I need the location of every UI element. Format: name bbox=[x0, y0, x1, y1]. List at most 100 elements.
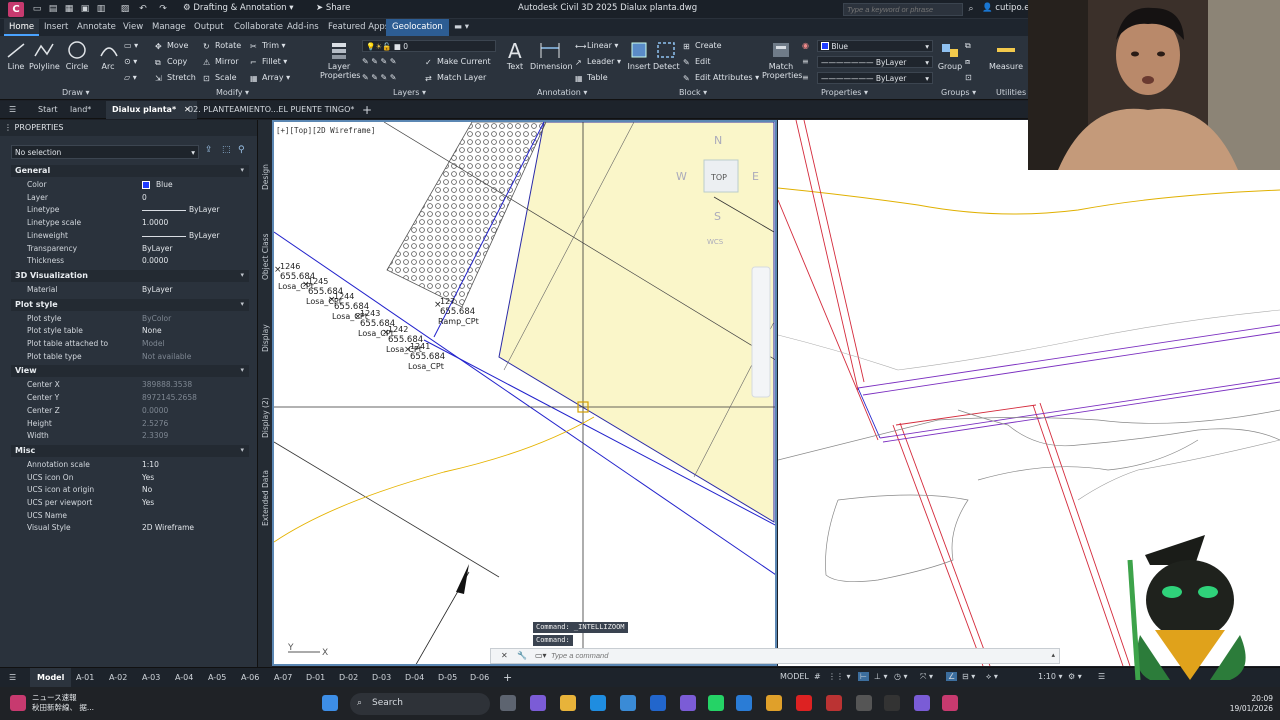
teams-icon[interactable] bbox=[680, 695, 696, 711]
taskbar-search[interactable]: ⌕ Search bbox=[350, 693, 490, 715]
group-tool-2[interactable]: ⧈ bbox=[965, 57, 970, 67]
settings-icon[interactable] bbox=[856, 695, 872, 711]
wrench-icon[interactable]: 🔧 bbox=[517, 651, 527, 660]
property-row[interactable]: Linetype scale 1.0000 bbox=[11, 217, 249, 229]
copilot-icon[interactable] bbox=[530, 695, 546, 711]
edit-block-button[interactable]: ✎ Edit bbox=[683, 57, 711, 67]
make-current-button[interactable]: ✓ Make Current bbox=[425, 57, 491, 67]
draw-extra-icon-3[interactable]: ▱ ▾ bbox=[124, 73, 137, 82]
property-row[interactable]: Center Z 0.0000 bbox=[11, 405, 249, 417]
annotation-visibility-icon[interactable]: ⟡ ▾ bbox=[986, 672, 998, 682]
property-section-header[interactable]: Misc ▾ bbox=[11, 444, 249, 457]
menu-icon[interactable]: ☰ bbox=[9, 105, 16, 114]
doc-tab-land[interactable]: land* bbox=[70, 105, 91, 114]
civil3d-taskbar-icon[interactable] bbox=[942, 695, 958, 711]
customization-icon[interactable]: ☰ bbox=[1098, 672, 1105, 681]
table-button[interactable]: ▦ Table bbox=[575, 73, 608, 83]
property-section-header[interactable]: Plot style ▾ bbox=[11, 298, 249, 311]
layout-tab[interactable]: A-05 bbox=[208, 673, 226, 682]
layer-properties-button[interactable]: Layer Properties bbox=[320, 40, 360, 80]
new-icon[interactable]: ▭ bbox=[32, 4, 42, 14]
layer-tools-row1[interactable]: ✎ ✎ ✎ ✎ bbox=[362, 57, 396, 66]
tab-geolocation[interactable]: Geolocation bbox=[386, 19, 449, 36]
property-row[interactable]: Material ByLayer bbox=[11, 284, 249, 296]
command-input[interactable] bbox=[551, 651, 991, 660]
start-icon[interactable] bbox=[322, 695, 338, 711]
app-icon[interactable]: C bbox=[8, 2, 24, 17]
dimension-button[interactable]: Dimension bbox=[530, 40, 573, 71]
vscode-icon[interactable] bbox=[736, 695, 752, 711]
property-row[interactable]: Plot table type Not available bbox=[11, 351, 249, 363]
layers-panel-label[interactable]: Layers ▾ bbox=[393, 88, 426, 97]
draw-extra-icon-2[interactable]: ⊙ ▾ bbox=[124, 57, 137, 66]
layout-tab[interactable]: D-03 bbox=[372, 673, 391, 682]
linear-button[interactable]: ⟷Linear ▾ bbox=[575, 41, 618, 51]
polar-icon[interactable]: ⊥ ▾ bbox=[874, 672, 888, 681]
property-row[interactable]: UCS icon at origin No bbox=[11, 484, 249, 496]
property-row[interactable]: UCS icon On Yes bbox=[11, 472, 249, 484]
new-tab-icon[interactable]: + bbox=[362, 103, 372, 117]
select-objects-icon[interactable]: ⬚ bbox=[222, 145, 234, 157]
side-tab-display[interactable]: Display bbox=[261, 324, 270, 352]
quick-select-icon[interactable]: ⚲ bbox=[238, 145, 250, 157]
snap-icon[interactable]: ⋮⋮ ▾ bbox=[828, 672, 851, 681]
groups-panel-label[interactable]: Groups ▾ bbox=[941, 88, 976, 97]
lineweight-toggle-icon[interactable]: ⊟ ▾ bbox=[962, 672, 975, 681]
side-tab-design[interactable]: Design bbox=[261, 164, 270, 190]
drawing-viewport-left[interactable]: N W E S TOP WCS Y X × 127 655.684 Ramp_CPt ×… bbox=[272, 120, 777, 666]
property-row[interactable]: Height 2.5276 bbox=[11, 418, 249, 430]
otrack-icon[interactable]: ∠ bbox=[946, 672, 958, 681]
rotate-button[interactable]: ↻ Rotate bbox=[203, 41, 241, 51]
group-tool-1[interactable]: ⧉ bbox=[965, 41, 971, 51]
block-panel-label[interactable]: Block ▾ bbox=[679, 88, 707, 97]
property-section-header[interactable]: View ▾ bbox=[11, 365, 249, 378]
tab-annotate[interactable]: Annotate bbox=[77, 22, 116, 32]
line-button[interactable]: Line bbox=[5, 40, 27, 71]
tab-output[interactable]: Output bbox=[194, 22, 224, 32]
insert-button[interactable]: Insert bbox=[627, 40, 651, 71]
share-button[interactable]: ➤ Share bbox=[316, 3, 350, 13]
property-row[interactable]: Lineweight ByLayer bbox=[11, 230, 249, 242]
drawing-canvas-left[interactable]: N W E S TOP WCS Y X ×127655.684Ramp_CPt×… bbox=[274, 122, 777, 666]
file-explorer-icon[interactable] bbox=[560, 695, 576, 711]
open-icon[interactable]: ▤ bbox=[48, 4, 58, 14]
property-row[interactable]: Width 2.3309 bbox=[11, 430, 249, 442]
property-row[interactable]: UCS per viewport Yes bbox=[11, 497, 249, 509]
side-tab-extended-data[interactable]: Extended Data bbox=[261, 470, 270, 526]
side-tab-object-class[interactable]: Object Class bbox=[261, 233, 270, 280]
close-icon[interactable]: ✕ bbox=[501, 651, 508, 660]
tab-insert[interactable]: Insert bbox=[44, 22, 68, 32]
leader-button[interactable]: ↗ Leader ▾ bbox=[575, 57, 621, 67]
workspace-selector[interactable]: ⚙ Drafting & Annotation ▾ bbox=[183, 3, 294, 13]
draw-extra-icon-1[interactable]: ▭ ▾ bbox=[124, 41, 138, 50]
tab-add-ins[interactable]: Add-ins bbox=[287, 22, 319, 32]
netflix-icon[interactable] bbox=[796, 695, 812, 711]
layout-tab[interactable]: D-05 bbox=[438, 673, 457, 682]
match-layer-button[interactable]: ⇄ Match Layer bbox=[425, 73, 486, 83]
property-row[interactable]: Visual Style 2D Wireframe bbox=[11, 522, 249, 534]
copy-button[interactable]: ⧉ Copy bbox=[155, 57, 187, 67]
circle-button[interactable]: Circle bbox=[65, 40, 89, 71]
task-view-icon[interactable] bbox=[500, 695, 516, 711]
linetype-dropdown[interactable]: ——————— ByLayer ▾ bbox=[817, 56, 933, 68]
property-row[interactable]: Thickness 0.0000 bbox=[11, 255, 249, 267]
app-red-icon[interactable] bbox=[826, 695, 842, 711]
tab-manage[interactable]: Manage bbox=[152, 22, 186, 32]
tab-view[interactable]: View bbox=[123, 22, 143, 32]
color-dropdown[interactable]: Blue ▾ bbox=[817, 40, 933, 52]
text-button[interactable]: A Text bbox=[504, 40, 526, 71]
layout-tab[interactable]: D-02 bbox=[339, 673, 358, 682]
outlook-icon[interactable] bbox=[650, 695, 666, 711]
fillet-button[interactable]: ⌐ Fillet ▾ bbox=[250, 57, 287, 67]
property-row[interactable]: Annotation scale 1:10 bbox=[11, 459, 249, 471]
new-layout-icon[interactable]: + bbox=[503, 671, 512, 684]
cogo-point[interactable]: ×1241655.684Losa_CPt bbox=[404, 342, 445, 371]
grid-icon[interactable]: # bbox=[814, 672, 821, 681]
property-row[interactable]: Plot style table None bbox=[11, 325, 249, 337]
edge-icon[interactable] bbox=[590, 695, 606, 711]
measure-button[interactable]: Measure bbox=[988, 40, 1024, 71]
news-widget[interactable]: ニュース速報 秋田新幹線、 据... bbox=[32, 693, 94, 713]
workspace-switch-icon[interactable]: ⚙ ▾ bbox=[1068, 672, 1082, 681]
viewport-controls-label[interactable]: [+][Top][2D Wireframe] bbox=[276, 126, 375, 135]
group-tool-3[interactable]: ⊡ bbox=[965, 73, 972, 82]
